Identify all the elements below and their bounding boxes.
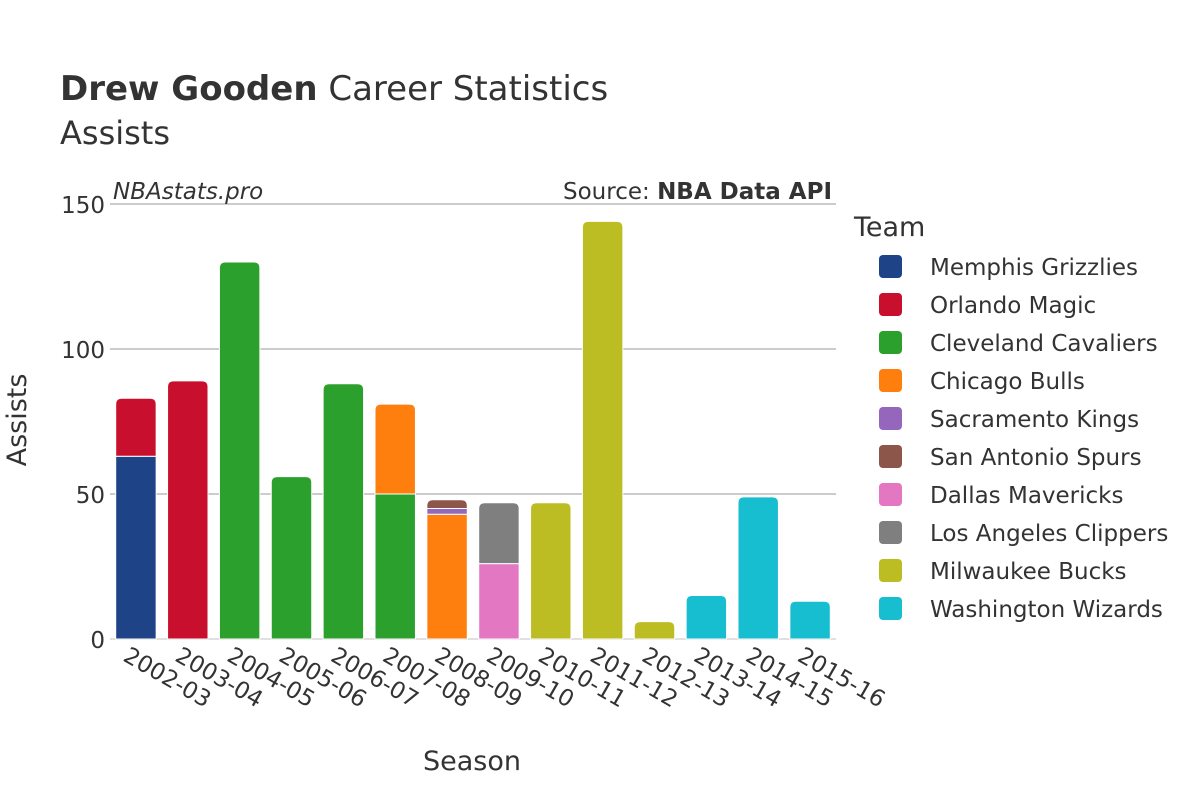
bar-segment [270,476,313,640]
legend-label: Memphis Grizzlies [930,255,1138,281]
bar-segment [115,455,157,640]
y-tick-label: 50 [76,483,105,509]
bar-segment [685,595,728,640]
bars [115,220,831,640]
legend-swatch [879,559,902,582]
legend-swatch [879,293,902,316]
legend-swatch [879,255,902,278]
x-axis-ticks: 2002-032003-042004-052005-062006-072007-… [119,643,889,714]
legend-label: Los Angeles Clippers [930,521,1168,547]
bar-segment [789,600,831,640]
y-axis-title: Assists [2,374,33,467]
gridlines [110,203,836,640]
legend-item[interactable]: Dallas Mavericks [879,483,1123,509]
legend-label: Milwaukee Bucks [930,559,1127,585]
legend-item[interactable]: Sacramento Kings [879,407,1139,433]
bar-segment [581,220,624,640]
bar-segment [322,383,365,640]
legend-item[interactable]: Los Angeles Clippers [879,521,1168,547]
legend-swatch [879,369,902,392]
bar-segment [737,496,779,640]
legend-item[interactable]: Cleveland Cavaliers [879,331,1158,357]
y-tick-label: 150 [61,193,105,219]
y-tick-label: 0 [90,628,105,654]
bar-segment [530,502,572,640]
legend-label: Dallas Mavericks [930,483,1123,509]
legend-item[interactable]: Washington Wizards [879,597,1163,623]
legend-swatch [879,483,902,506]
bar-segment [218,261,261,640]
y-tick-label: 100 [61,338,105,364]
legend: Memphis Grizzlies Orlando Magic Cleveland … [879,255,1168,623]
bar-segment [426,508,468,515]
legend-title: Team [853,212,925,243]
legend-label: Sacramento Kings [930,407,1139,433]
y-axis-ticks: 0 50 100 150 [61,193,105,654]
chart-subtitle: Assists [60,114,170,152]
legend-item[interactable]: San Antonio Spurs [879,445,1142,471]
chart: Drew Gooden Career Statistics Assists 0 5… [2,69,1168,777]
legend-label: Cleveland Cavaliers [930,331,1158,357]
legend-item[interactable]: Milwaukee Bucks [879,559,1127,585]
bar-segment [426,513,468,640]
bar-segment [374,493,416,640]
bar-segment [633,621,676,640]
legend-swatch [879,445,902,468]
legend-item[interactable]: Memphis Grizzlies [879,255,1138,281]
bar-segment [478,563,520,640]
legend-label: Orlando Magic [930,293,1096,319]
x-axis-title: Season [423,746,521,777]
legend-label: San Antonio Spurs [930,445,1142,471]
bar-segment [374,403,416,495]
source-label: Source: NBA Data API [563,179,832,205]
bar-segment [115,397,157,457]
bar-segment [478,502,520,565]
legend-swatch [879,331,902,354]
legend-item[interactable]: Orlando Magic [879,293,1096,319]
legend-item[interactable]: Chicago Bulls [879,369,1085,395]
legend-swatch [879,597,902,620]
chart-title: Drew Gooden Career Statistics [60,69,608,109]
bar-segment [426,499,468,509]
legend-label: Chicago Bulls [930,369,1085,395]
watermark: NBAstats.pro [113,179,263,205]
bar-segment [167,380,209,640]
legend-label: Washington Wizards [930,597,1163,623]
legend-swatch [879,407,902,430]
legend-swatch [879,521,902,544]
